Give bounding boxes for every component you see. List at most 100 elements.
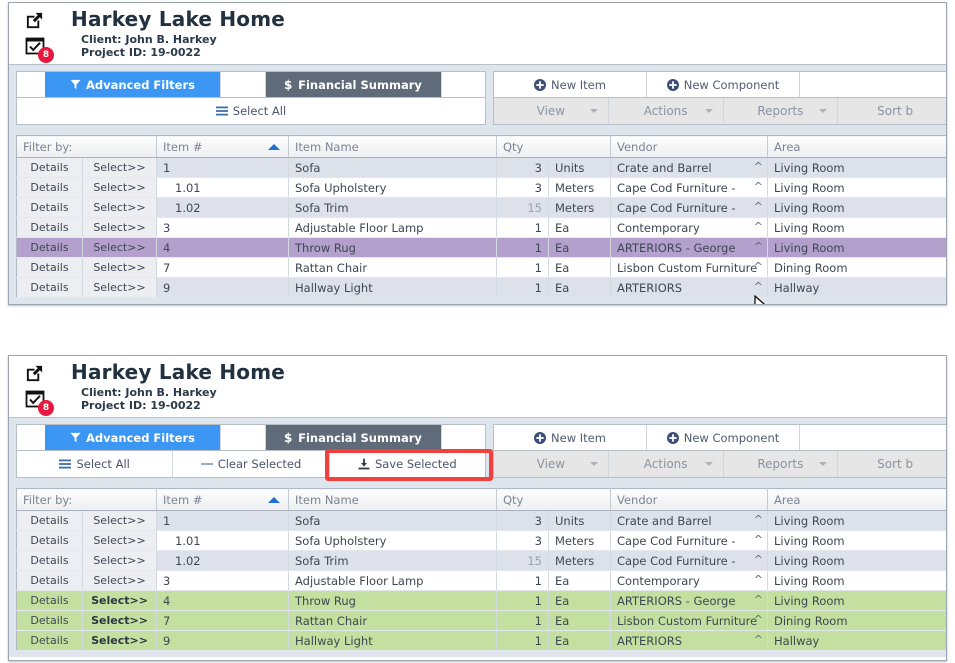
details-button[interactable]: Details bbox=[16, 550, 83, 571]
details-button[interactable]: Details bbox=[16, 237, 83, 258]
select-row-button[interactable]: Select>> bbox=[82, 177, 157, 198]
table-row[interactable]: Details Select>> 1.02 Sofa Trim 15 Meters Cape… bbox=[16, 197, 946, 218]
chevron-up-icon[interactable]: ^ bbox=[754, 280, 763, 293]
table-row[interactable]: Details Select>> 9 Hallway Light 1 Ea ARTERIOR… bbox=[16, 630, 946, 651]
cell-vendor-text: Cape Cod Furniture - bbox=[617, 533, 736, 548]
tab-financial-summary[interactable]: $ Financial Summary bbox=[265, 425, 442, 450]
details-button[interactable]: Details bbox=[16, 570, 83, 591]
cell-unit: Units bbox=[548, 157, 611, 178]
table-row[interactable]: Details Select>> 1.02 Sofa Trim 15 Meters Cape… bbox=[16, 550, 946, 571]
select-row-button[interactable]: Select>> bbox=[82, 217, 157, 238]
details-button[interactable]: Details bbox=[16, 610, 83, 631]
view-menu[interactable]: View bbox=[494, 451, 609, 477]
chevron-up-icon[interactable]: ^ bbox=[754, 613, 763, 626]
column-header-item-name[interactable]: Item Name bbox=[288, 488, 497, 511]
cell-vendor-text: ARTERIORS bbox=[617, 633, 683, 648]
select-row-button[interactable]: Select>> bbox=[82, 197, 157, 218]
save-selected-button[interactable]: Save Selected bbox=[329, 451, 485, 477]
column-header-qty[interactable]: Qty bbox=[496, 135, 611, 158]
chevron-up-icon[interactable]: ^ bbox=[754, 513, 763, 526]
reports-menu[interactable]: Reports bbox=[723, 98, 839, 124]
tab-advanced-filters[interactable]: Advanced Filters bbox=[45, 72, 221, 97]
chevron-up-icon[interactable]: ^ bbox=[754, 260, 763, 273]
column-header-filter-by[interactable]: Filter by: bbox=[16, 488, 157, 511]
table-row[interactable]: Details Select>> 1 Sofa 3 Units Crate and Barr… bbox=[16, 510, 946, 531]
select-row-button[interactable]: Select>> bbox=[82, 237, 157, 258]
cell-area: Living Room bbox=[767, 237, 946, 258]
chevron-up-icon[interactable]: ^ bbox=[754, 593, 763, 606]
column-header-vendor[interactable]: Vendor bbox=[610, 135, 768, 158]
details-button[interactable]: Details bbox=[16, 530, 83, 551]
chevron-up-icon[interactable]: ^ bbox=[754, 180, 763, 193]
actions-menu-label: Actions bbox=[643, 457, 688, 471]
view-menu[interactable]: View bbox=[494, 98, 609, 124]
details-button[interactable]: Details bbox=[16, 510, 83, 531]
external-link-icon[interactable] bbox=[25, 11, 44, 30]
cell-qty: 15 bbox=[496, 197, 549, 218]
select-row-button[interactable]: Select>> bbox=[82, 630, 157, 651]
cell-qty: 1 bbox=[496, 237, 549, 258]
table-row[interactable]: Details Select>> 3 Adjustable Floor Lamp 1 Ea… bbox=[16, 570, 946, 591]
chevron-up-icon[interactable]: ^ bbox=[754, 633, 763, 646]
column-header-item-no-label: Item # bbox=[163, 139, 203, 154]
chevron-up-icon[interactable]: ^ bbox=[754, 533, 763, 546]
details-button[interactable]: Details bbox=[16, 177, 83, 198]
details-button[interactable]: Details bbox=[16, 197, 83, 218]
column-header-item-name[interactable]: Item Name bbox=[288, 135, 497, 158]
table-row[interactable]: Details Select>> 9 Hallway Light 1 Ea ARTERIOR… bbox=[16, 277, 946, 298]
select-row-button[interactable]: Select>> bbox=[82, 257, 157, 278]
table-row[interactable]: Details Select>> 7 Rattan Chair 1 Ea Lisbon Cu… bbox=[16, 257, 946, 278]
column-header-area[interactable]: Area bbox=[767, 488, 946, 511]
reports-menu[interactable]: Reports bbox=[723, 451, 839, 477]
select-all-button[interactable]: Select All bbox=[17, 451, 174, 477]
chevron-up-icon[interactable]: ^ bbox=[754, 220, 763, 233]
table-row[interactable]: Details Select>> 3 Adjustable Floor Lamp 1 Ea… bbox=[16, 217, 946, 238]
column-header-qty[interactable]: Qty bbox=[496, 488, 611, 511]
select-all-button[interactable]: Select All bbox=[17, 98, 485, 124]
details-button[interactable]: Details bbox=[16, 590, 83, 611]
details-button[interactable]: Details bbox=[16, 157, 83, 178]
chevron-up-icon[interactable]: ^ bbox=[754, 160, 763, 173]
column-header-area[interactable]: Area bbox=[767, 135, 946, 158]
select-row-button[interactable]: Select>> bbox=[82, 610, 157, 631]
details-button[interactable]: Details bbox=[16, 257, 83, 278]
table-row[interactable]: Details Select>> 4 Throw Rug 1 Ea ARTERIORS - … bbox=[16, 237, 946, 258]
new-item-button[interactable]: New Item bbox=[494, 425, 647, 450]
details-button[interactable]: Details bbox=[16, 277, 83, 298]
chevron-up-icon[interactable]: ^ bbox=[754, 573, 763, 586]
new-item-button[interactable]: New Item bbox=[494, 72, 647, 97]
new-component-button[interactable]: New Component bbox=[647, 72, 800, 97]
select-row-button[interactable]: Select>> bbox=[82, 550, 157, 571]
details-button[interactable]: Details bbox=[16, 217, 83, 238]
actions-menu[interactable]: Actions bbox=[608, 451, 724, 477]
table-row[interactable]: Details Select>> 7 Rattan Chair 1 Ea Lisbon Cu… bbox=[16, 610, 946, 631]
column-header-filter-by[interactable]: Filter by: bbox=[16, 135, 157, 158]
actions-menu[interactable]: Actions bbox=[608, 98, 724, 124]
select-row-button[interactable]: Select>> bbox=[82, 157, 157, 178]
sort-by-menu[interactable]: Sort b bbox=[838, 98, 946, 124]
column-header-item-no[interactable]: Item # bbox=[156, 488, 289, 511]
table-row[interactable]: Details Select>> 1.01 Sofa Upholstery 3 Meter… bbox=[16, 530, 946, 551]
select-row-button[interactable]: Select>> bbox=[82, 570, 157, 591]
clear-selected-button[interactable]: Clear Selected bbox=[173, 451, 330, 477]
cell-area: Dining Room bbox=[767, 257, 946, 278]
tab-financial-summary[interactable]: $ Financial Summary bbox=[265, 72, 442, 97]
new-component-button[interactable]: New Component bbox=[647, 425, 800, 450]
select-row-button[interactable]: Select>> bbox=[82, 530, 157, 551]
sort-by-menu[interactable]: Sort b bbox=[838, 451, 946, 477]
details-button[interactable]: Details bbox=[16, 630, 83, 651]
select-row-button[interactable]: Select>> bbox=[82, 510, 157, 531]
chevron-up-icon[interactable]: ^ bbox=[754, 240, 763, 253]
external-link-icon[interactable] bbox=[25, 364, 44, 383]
tab-advanced-filters[interactable]: Advanced Filters bbox=[45, 425, 221, 450]
chevron-up-icon[interactable]: ^ bbox=[754, 553, 763, 566]
chevron-up-icon[interactable]: ^ bbox=[754, 200, 763, 213]
table-row[interactable]: Details Select>> 4 Throw Rug 1 Ea ARTERIORS - … bbox=[16, 590, 946, 611]
select-row-button[interactable]: Select>> bbox=[82, 277, 157, 298]
select-row-button[interactable]: Select>> bbox=[82, 590, 157, 611]
table-row[interactable]: Details Select>> 1 Sofa 3 Units Crate and Barr… bbox=[16, 157, 946, 178]
table-row[interactable]: Details Select>> 1.01 Sofa Upholstery 3 Meter… bbox=[16, 177, 946, 198]
column-header-vendor[interactable]: Vendor bbox=[610, 488, 768, 511]
svg-text:$: $ bbox=[284, 79, 292, 91]
column-header-item-no[interactable]: Item # bbox=[156, 135, 289, 158]
